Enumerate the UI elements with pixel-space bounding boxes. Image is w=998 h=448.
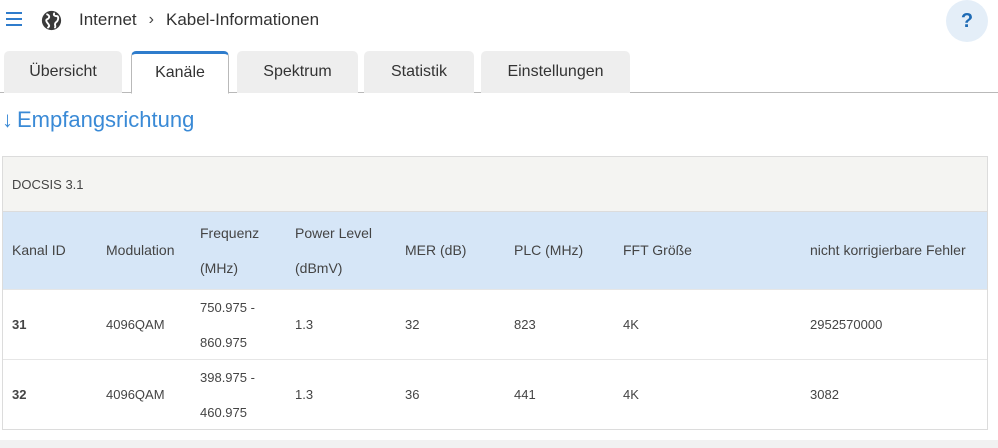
section-title: ↓ Empfangsrichtung bbox=[2, 107, 194, 133]
header: Internet › Kabel-Informationen ? bbox=[0, 0, 998, 42]
col-fft: FFT Größe bbox=[623, 242, 692, 258]
section-title-text: Empfangsrichtung bbox=[17, 107, 195, 132]
cell-modulation: 4096QAM bbox=[106, 387, 165, 402]
cell-frequenz: 750.975 -860.975 bbox=[200, 299, 255, 350]
col-plc: PLC (MHz) bbox=[514, 242, 584, 258]
col-power-level: Power Level (dBmV) bbox=[295, 224, 373, 276]
tab-bar: Übersicht Kanäle Spektrum Statistik Eins… bbox=[0, 51, 998, 94]
table-header-row: Kanal ID Modulation Frequenz (MHz) Power … bbox=[3, 212, 987, 289]
tab-uebersicht[interactable]: Übersicht bbox=[4, 51, 122, 93]
chevron-right-icon: › bbox=[148, 11, 154, 28]
tab-statistik[interactable]: Statistik bbox=[364, 51, 474, 93]
help-button[interactable]: ? bbox=[946, 0, 988, 42]
cell-fehler: 2952570000 bbox=[810, 317, 883, 332]
cell-power-level: 1.3 bbox=[295, 317, 314, 332]
breadcrumb-item-kabel-informationen: Kabel-Informationen bbox=[165, 10, 320, 29]
col-modulation: Modulation bbox=[106, 242, 175, 258]
channel-table: DOCSIS 3.1 Kanal ID Modulation Frequenz(… bbox=[2, 156, 988, 430]
breadcrumb: Internet › Kabel-Informationen bbox=[79, 10, 319, 30]
cell-kanal-id: 31 bbox=[12, 317, 27, 332]
table-row: 31 4096QAM 750.975 -860.975 1.3 32 823 4… bbox=[3, 289, 987, 359]
cell-plc: 441 bbox=[514, 387, 536, 402]
cell-modulation: 4096QAM bbox=[106, 317, 165, 332]
tab-spektrum[interactable]: Spektrum bbox=[237, 51, 358, 93]
cell-frequenz: 398.975 -460.975 bbox=[200, 369, 255, 420]
cell-mer: 32 bbox=[405, 317, 420, 332]
globe-icon bbox=[41, 10, 62, 31]
arrow-down-icon: ↓ bbox=[2, 107, 13, 132]
hamburger-menu-icon[interactable] bbox=[6, 12, 22, 26]
col-frequenz: Frequenz (MHz) bbox=[200, 224, 260, 276]
cell-fft: 4K bbox=[623, 387, 639, 402]
cell-fehler: 3082 bbox=[810, 387, 839, 402]
cell-mer: 36 bbox=[405, 387, 420, 402]
cell-plc: 823 bbox=[514, 317, 536, 332]
col-fehler: nicht korrigierbare Fehler bbox=[810, 242, 966, 258]
cell-fft: 4K bbox=[623, 317, 639, 332]
tab-einstellungen[interactable]: Einstellungen bbox=[481, 51, 630, 93]
cell-kanal-id: 32 bbox=[12, 387, 27, 402]
table-row: 32 4096QAM 398.975 -460.975 1.3 36 441 4… bbox=[3, 359, 987, 429]
col-kanal-id: Kanal ID bbox=[12, 242, 66, 258]
cell-power-level: 1.3 bbox=[295, 387, 314, 402]
next-section-edge bbox=[0, 440, 998, 448]
breadcrumb-item-internet[interactable]: Internet bbox=[79, 10, 137, 30]
col-mer: MER (dB) bbox=[405, 242, 467, 258]
table-group-title: DOCSIS 3.1 bbox=[3, 157, 987, 212]
tab-kanaele[interactable]: Kanäle bbox=[131, 51, 229, 94]
